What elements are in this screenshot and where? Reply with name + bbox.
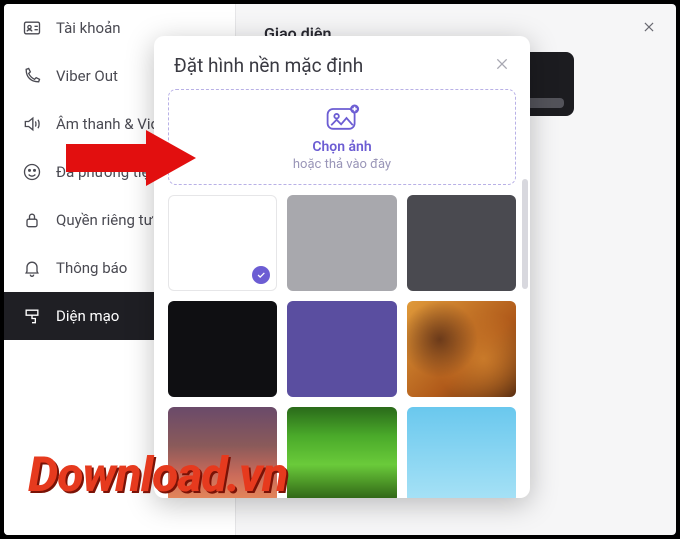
dropzone-subtitle: hoặc thả vào đây — [293, 157, 391, 172]
user-card-icon — [22, 18, 42, 38]
swatch-light-gray[interactable] — [287, 195, 396, 291]
paint-icon — [22, 306, 42, 326]
sidebar-label: Đa phương tiện — [56, 163, 158, 181]
close-settings-button[interactable] — [638, 16, 660, 38]
close-icon — [494, 56, 510, 72]
sidebar-label: Thông báo — [56, 259, 127, 277]
swatch-dusk[interactable] — [168, 407, 277, 498]
image-upload-icon — [324, 103, 360, 137]
speaker-icon — [22, 114, 42, 134]
swatch-dark-gray[interactable] — [407, 195, 516, 291]
selected-check-icon — [252, 266, 270, 284]
swatch-grass[interactable] — [287, 407, 396, 498]
phone-icon — [22, 66, 42, 86]
modal-body: Chọn ảnh hoặc thả vào đây — [154, 89, 530, 498]
swatch-purple[interactable] — [287, 301, 396, 397]
swatch-almost-black[interactable] — [168, 301, 277, 397]
sidebar-label: Viber Out — [56, 67, 118, 85]
modal-close-button[interactable] — [494, 56, 510, 76]
swatch-white[interactable] — [168, 195, 277, 291]
modal-title: Đặt hình nền mặc định — [174, 54, 363, 77]
sidebar-label: Tài khoản — [56, 19, 121, 37]
background-grid — [168, 195, 516, 498]
swatch-sky[interactable] — [407, 407, 516, 498]
bell-icon — [22, 258, 42, 278]
modal-scrollbar[interactable] — [522, 179, 528, 289]
background-modal: Đặt hình nền mặc định Chọn ảnh hoặc thả … — [154, 36, 530, 498]
modal-header: Đặt hình nền mặc định — [154, 36, 530, 89]
dropzone-title: Chọn ảnh — [312, 139, 371, 155]
close-icon — [642, 20, 656, 34]
lock-icon — [22, 210, 42, 230]
smiley-icon — [22, 162, 42, 182]
upload-dropzone[interactable]: Chọn ảnh hoặc thả vào đây — [168, 89, 516, 185]
sidebar-label: Diện mạo — [56, 307, 119, 325]
swatch-canyon[interactable] — [407, 301, 516, 397]
